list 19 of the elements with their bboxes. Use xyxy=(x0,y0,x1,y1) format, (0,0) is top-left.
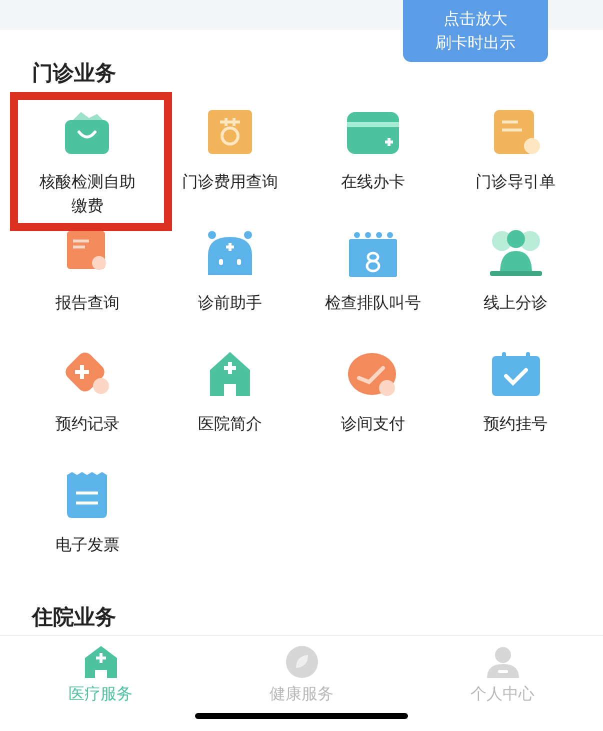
person-icon xyxy=(484,646,520,678)
service-button[interactable]: 电子发票 xyxy=(33,471,142,557)
people-icon xyxy=(488,229,544,277)
hospital-icon xyxy=(82,646,118,678)
service-button[interactable]: 门诊导引单 xyxy=(462,108,570,194)
service-button[interactable]: 医院简介 xyxy=(176,350,284,436)
service-button[interactable]: 线上分诊 xyxy=(462,229,570,315)
section-title: 门诊业务 xyxy=(31,60,117,87)
service-button[interactable]: 核酸检测自助缴费 xyxy=(33,108,142,218)
service-button[interactable]: 在线办卡 xyxy=(318,108,427,194)
service-button[interactable]: 检查排队叫号 xyxy=(318,229,427,315)
service-button[interactable]: 诊前助手 xyxy=(176,229,284,315)
service-button[interactable]: 预约记录 xyxy=(33,350,142,436)
service-button[interactable]: 诊间支付 xyxy=(318,350,427,436)
section-title: 住院业务 xyxy=(30,604,117,631)
service-button[interactable]: 预约挂号 xyxy=(462,350,570,436)
service-button[interactable]: 门诊费用查询 xyxy=(176,108,284,194)
service-button[interactable]: 报告查询 xyxy=(33,229,142,315)
leaf-icon xyxy=(284,646,320,678)
